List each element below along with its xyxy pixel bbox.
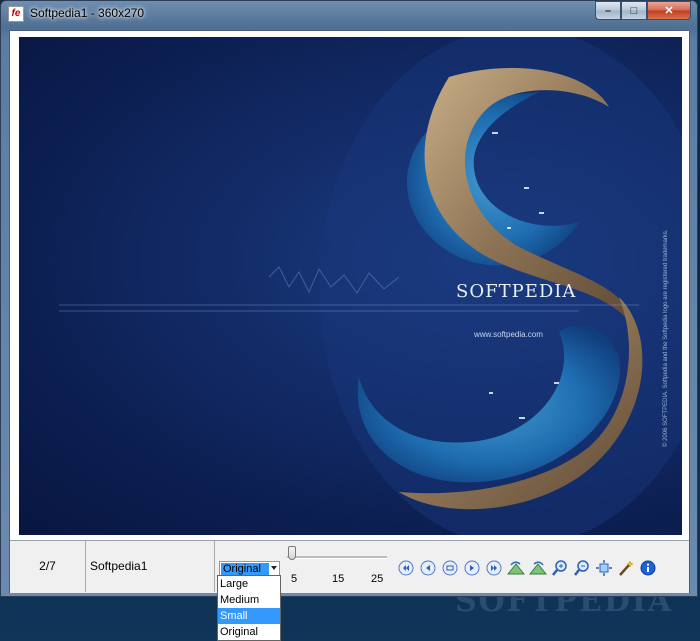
viewer-window: fe Softpedia1 - 360x270 – □ ✕ SOFTPEDIA … [0, 0, 698, 597]
next-image-button[interactable] [461, 557, 483, 579]
chevron-down-icon[interactable] [271, 566, 277, 570]
rotate-right-button[interactable] [527, 557, 549, 579]
slideshow-icon [442, 560, 458, 576]
rotate-right-icon [529, 561, 547, 575]
image-counter: 2/7 [10, 541, 86, 592]
app-icon[interactable]: fe [8, 6, 24, 22]
magic-wand-button[interactable] [615, 557, 637, 579]
rotate-left-icon [507, 561, 525, 575]
next-image-icon [464, 560, 480, 576]
navigation-toolbar [395, 557, 659, 579]
zoom-option-small[interactable]: Small [218, 608, 280, 624]
minimize-button[interactable]: – [595, 1, 621, 20]
client-area: SOFTPEDIA www.softpedia.com © 2006 SOFTP… [9, 30, 690, 593]
first-image-button[interactable] [395, 557, 417, 579]
image-name: Softpedia1 [86, 541, 215, 592]
zoom-in-icon [552, 560, 567, 576]
zoom-mode-dropdown: Large Medium Small Original [217, 575, 281, 641]
fit-to-window-icon [596, 560, 612, 576]
title-bar[interactable]: fe Softpedia1 - 360x270 – □ ✕ [1, 1, 697, 29]
zoom-option-medium[interactable]: Medium [218, 592, 280, 608]
previous-image-button[interactable] [417, 557, 439, 579]
maximize-button[interactable]: □ [621, 1, 647, 20]
image-brand-text: SOFTPEDIA [456, 281, 576, 302]
zoom-out-button[interactable] [571, 557, 593, 579]
image-vertical-text: © 2006 SOFTPEDIA. Softpedia and the Soft… [662, 229, 669, 447]
last-image-button[interactable] [483, 557, 505, 579]
last-image-icon [486, 560, 502, 576]
info-icon [640, 560, 656, 576]
info-button[interactable] [637, 557, 659, 579]
zoom-controls: Original 5 15 25 [215, 541, 689, 592]
slideshow-button[interactable] [439, 557, 461, 579]
previous-image-icon [420, 560, 436, 576]
slider-tick-5: 5 [291, 573, 298, 585]
close-button[interactable]: ✕ [647, 1, 691, 20]
zoom-option-large[interactable]: Large [218, 576, 280, 592]
slideshow-delay-slider[interactable] [287, 556, 387, 559]
magic-wand-icon [619, 560, 634, 576]
zoom-out-icon [574, 560, 589, 576]
slider-tick-15: 15 [332, 573, 345, 585]
status-bar: 2/7 Softpedia1 Original 5 15 25 [10, 540, 689, 593]
window-title: Softpedia1 - 360x270 [30, 6, 145, 20]
slider-thumb[interactable] [288, 546, 296, 560]
window-controls: – □ ✕ [595, 1, 691, 20]
first-image-icon [398, 560, 414, 576]
zoom-option-original[interactable]: Original [218, 624, 280, 640]
image-url-text: www.softpedia.com [473, 330, 543, 339]
image-viewer[interactable]: SOFTPEDIA www.softpedia.com © 2006 SOFTP… [19, 37, 682, 535]
fit-to-window-button[interactable] [593, 557, 615, 579]
zoom-mode-value: Original [221, 563, 269, 575]
zoom-in-button[interactable] [549, 557, 571, 579]
rotate-left-button[interactable] [505, 557, 527, 579]
slider-tick-25: 25 [371, 573, 384, 585]
softpedia-wallpaper-image: SOFTPEDIA www.softpedia.com © 2006 SOFTP… [59, 37, 682, 535]
